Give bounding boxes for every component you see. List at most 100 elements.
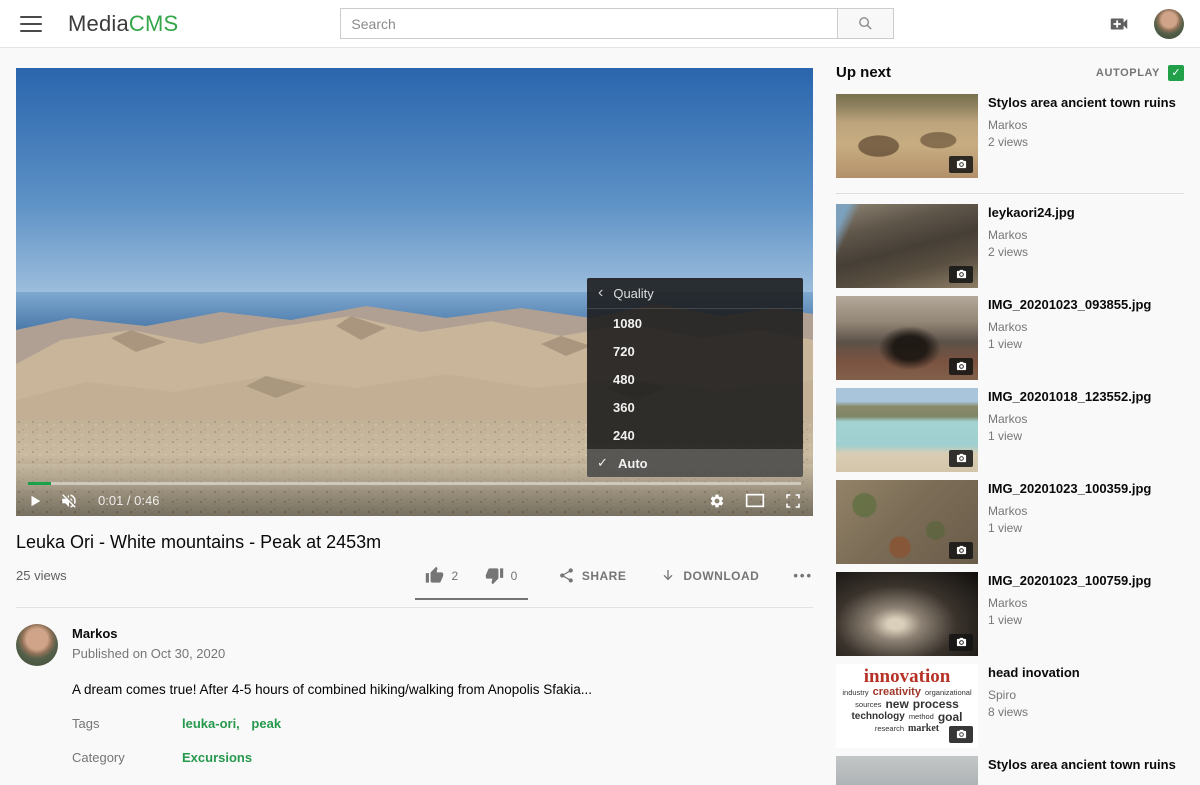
tags-label: Tags	[72, 716, 182, 731]
header-actions	[1108, 9, 1184, 39]
up-next-item[interactable]: leykaori24.jpg Markos 2 views	[836, 204, 1184, 288]
logo[interactable]: MediaCMS	[68, 11, 178, 37]
thumb-up-icon	[425, 566, 444, 585]
settings-button[interactable]	[709, 493, 725, 509]
up-next-item[interactable]: Stylos area ancient town ruins Markos 2 …	[836, 94, 1184, 178]
quality-menu: ‹ Quality 1080 720 480 360 240	[587, 278, 803, 477]
video-player[interactable]: ‹ Quality 1080 720 480 360 240	[16, 68, 813, 516]
volume-muted-icon	[60, 492, 78, 510]
item-author: Markos	[988, 412, 1151, 426]
up-next-item[interactable]: IMG_20201023_100359.jpg Markos 1 view	[836, 480, 1184, 564]
up-next-heading: Up next	[836, 64, 891, 81]
checkmark-icon: ✓	[597, 455, 612, 471]
upload-media-button[interactable]	[1108, 13, 1130, 35]
author-name[interactable]: Markos	[72, 626, 225, 641]
search-form	[340, 8, 894, 39]
thumbnail-stylos-ruins	[836, 94, 978, 178]
watch-column: ‹ Quality 1080 720 480 360 240	[16, 68, 813, 785]
quality-option-1080[interactable]: 1080	[587, 309, 803, 337]
camera-badge	[949, 358, 973, 375]
chevron-left-icon: ‹	[598, 285, 603, 301]
thumbnail-leykaori24	[836, 204, 978, 288]
user-avatar[interactable]	[1154, 9, 1184, 39]
item-title: IMG_20201023_100759.jpg	[988, 573, 1151, 589]
quality-option-360[interactable]: 360	[587, 393, 803, 421]
section-divider	[16, 607, 813, 608]
logo-media: Media	[68, 11, 129, 36]
quality-option-720[interactable]: 720	[587, 337, 803, 365]
author-row: Markos Published on Oct 30, 2020	[16, 624, 813, 666]
up-next-divider	[836, 193, 1184, 194]
search-input[interactable]	[340, 8, 837, 39]
up-next-item[interactable]: IMG_20201023_093855.jpg Markos 1 view	[836, 296, 1184, 380]
tag-link-peak[interactable]: peak	[251, 716, 281, 731]
more-actions-button[interactable]: •••	[793, 568, 813, 583]
fullscreen-icon	[785, 493, 801, 509]
theater-mode-button[interactable]	[745, 493, 765, 508]
play-button[interactable]	[28, 494, 42, 508]
camera-badge	[949, 542, 973, 559]
quality-menu-title: Quality	[613, 286, 653, 301]
autoplay-checkbox[interactable]: ✓	[1168, 65, 1184, 81]
play-icon	[28, 494, 42, 508]
menu-button[interactable]	[20, 16, 42, 32]
share-label: SHARE	[582, 569, 627, 583]
tag-link-leuka-ori[interactable]: leuka-ori,	[182, 716, 240, 731]
thumbnail-img-093855	[836, 296, 978, 380]
hamburger-icon	[20, 16, 42, 18]
camera-badge	[949, 726, 973, 743]
item-author: Markos	[988, 228, 1075, 242]
mute-button[interactable]	[60, 492, 78, 510]
download-label: DOWNLOAD	[683, 569, 759, 583]
more-dots-icon: •••	[793, 568, 813, 583]
item-views: 1 view	[988, 337, 1151, 351]
rating-group: 2 0	[419, 566, 523, 585]
fullscreen-button[interactable]	[785, 493, 801, 509]
thumbnail-stylos-misty	[836, 756, 978, 785]
share-button[interactable]: SHARE	[558, 567, 627, 584]
author-avatar[interactable]	[16, 624, 58, 666]
meta-row: 25 views 2	[16, 566, 813, 585]
thumbnail-wordcloud: innovation industry creativity organizat…	[836, 664, 978, 748]
published-date: Published on Oct 30, 2020	[72, 646, 225, 661]
item-title: IMG_20201023_100359.jpg	[988, 481, 1151, 497]
quality-option-auto-selected[interactable]: ✓ Auto	[587, 449, 803, 477]
category-row: Category Excursions	[72, 750, 813, 765]
gear-icon	[709, 493, 725, 509]
quality-option-480[interactable]: 480	[587, 365, 803, 393]
like-count: 2	[451, 569, 458, 583]
up-next-sidebar: Up next AUTOPLAY ✓ Stylos area ancient t…	[836, 68, 1184, 785]
item-views: 1 view	[988, 613, 1151, 627]
up-next-item[interactable]: innovation industry creativity organizat…	[836, 664, 1184, 748]
camera-badge	[949, 450, 973, 467]
like-button[interactable]: 2	[425, 566, 458, 585]
camera-badge	[949, 266, 973, 283]
category-link-excursions[interactable]: Excursions	[182, 750, 252, 765]
up-next-item[interactable]: IMG_20201018_123552.jpg Markos 1 view	[836, 388, 1184, 472]
search-button[interactable]	[837, 8, 894, 39]
item-author: Markos	[988, 118, 1176, 132]
quality-menu-back[interactable]: ‹ Quality	[587, 278, 803, 309]
time-display: 0:01 / 0:46	[98, 493, 159, 508]
up-next-item[interactable]: Stylos area ancient town ruins	[836, 756, 1184, 785]
item-views: 1 view	[988, 429, 1151, 443]
item-author: Markos	[988, 504, 1151, 518]
page-content: ‹ Quality 1080 720 480 360 240	[0, 48, 1200, 785]
checkmark-icon: ✓	[1171, 66, 1180, 79]
thumbnail-img-123552	[836, 388, 978, 472]
thumb-down-icon	[485, 566, 504, 585]
dislike-count: 0	[511, 569, 518, 583]
item-author: Spiro	[988, 688, 1080, 702]
theater-mode-icon	[745, 493, 765, 508]
up-next-item[interactable]: IMG_20201023_100759.jpg Markos 1 view	[836, 572, 1184, 656]
download-button[interactable]: DOWNLOAD	[660, 568, 759, 584]
video-camera-plus-icon	[1108, 13, 1130, 35]
item-title: head inovation	[988, 665, 1080, 681]
quality-option-240[interactable]: 240	[587, 421, 803, 449]
share-icon	[558, 567, 575, 584]
item-title: leykaori24.jpg	[988, 205, 1075, 221]
thumbnail-img-100359	[836, 480, 978, 564]
dislike-button[interactable]: 0	[485, 566, 518, 585]
item-views: 2 views	[988, 245, 1075, 259]
download-icon	[660, 568, 676, 584]
